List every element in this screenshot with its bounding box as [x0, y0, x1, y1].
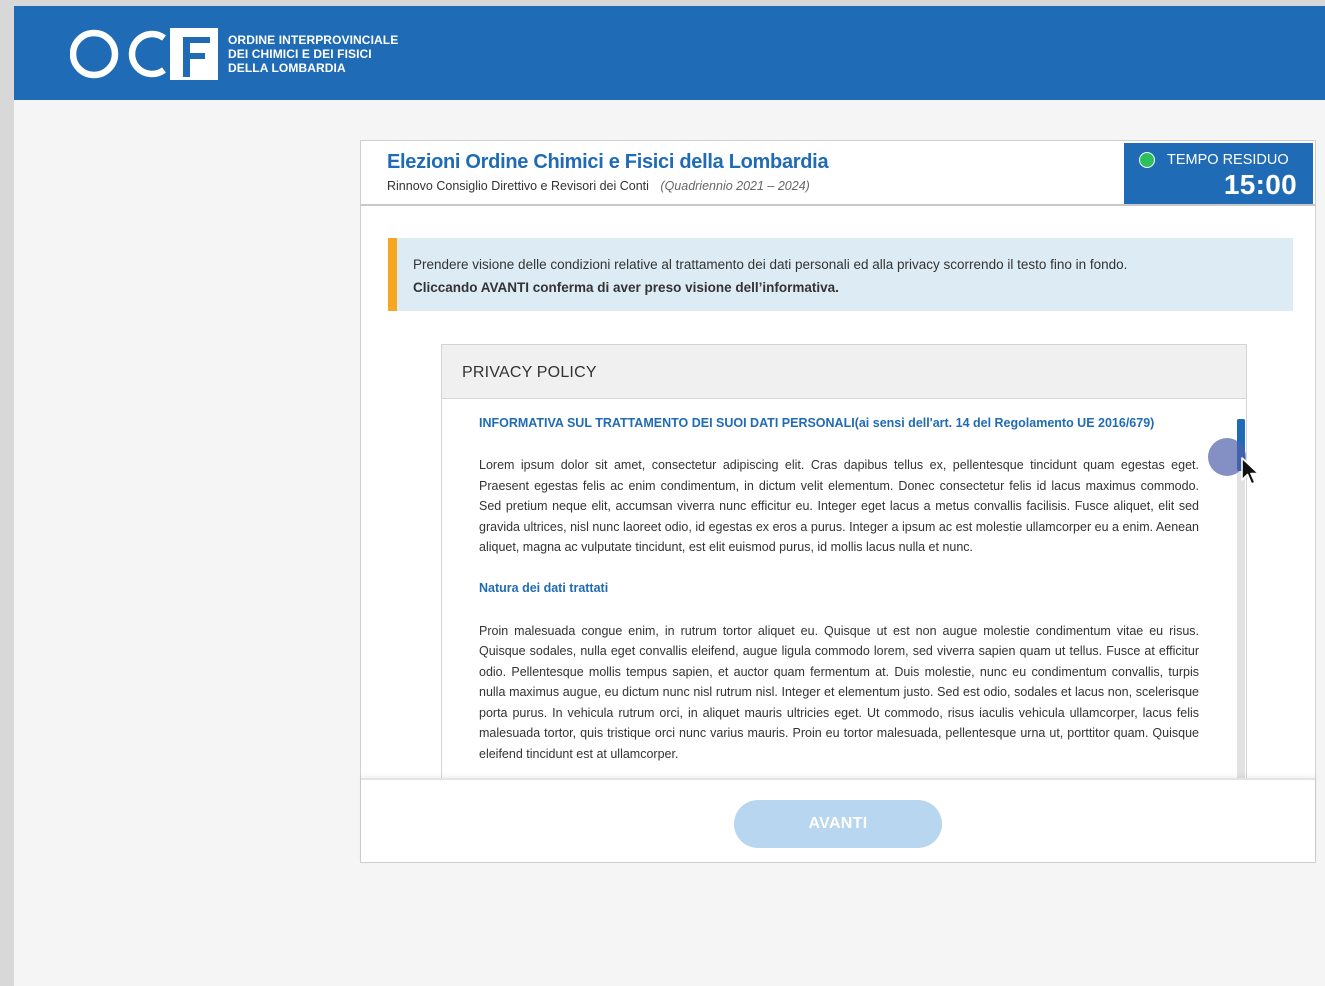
privacy-policy-title: PRIVACY POLICY — [462, 364, 597, 381]
section-paragraph: Proin malesuada congue enim, in rutrum t… — [479, 623, 1199, 761]
notice-confirmation: Cliccando AVANTI conferma di aver preso … — [413, 280, 839, 295]
privacy-policy-text: INFORMATIVA SUL TRATTAMENTO DEI SUOI DAT… — [479, 415, 1199, 764]
section-heading: INFORMATIVA SUL TRATTAMENTO DEI SUOI DAT… — [479, 416, 1155, 430]
section-paragraph: Lorem ipsum dolor sit amet, consectetur … — [479, 458, 1199, 554]
notice-instruction: Prendere visione delle condizioni relati… — [413, 257, 1128, 272]
remaining-time-panel: TEMPO RESIDUO 15:00 — [1124, 143, 1313, 204]
status-dot-icon — [1139, 152, 1155, 168]
election-header: Elezioni Ordine Chimici e Fisici della L… — [360, 140, 1316, 206]
page-viewport: ORDINE INTERPROVINCIALE DEI CHIMICI E DE… — [14, 6, 1325, 986]
section-heading: Natura dei dati trattati — [479, 580, 609, 595]
top-bar: ORDINE INTERPROVINCIALE DEI CHIMICI E DE… — [14, 6, 1325, 100]
brand-line-2: DEI CHIMICI E DEI FISICI — [228, 47, 372, 61]
privacy-policy-header: PRIVACY POLICY — [442, 345, 1246, 399]
brand-line-3: DELLA LOMBARDIA — [228, 61, 346, 75]
privacy-policy-panel[interactable]: PRIVACY POLICY INFORMATIVA SUL TRATTAMEN… — [441, 344, 1247, 784]
election-subtitle: Rinnovo Consiglio Direttivo e Revisori d… — [387, 179, 810, 193]
mouse-pointer-icon — [1241, 457, 1260, 485]
ocf-logo-icon — [70, 28, 218, 80]
privacy-card: Prendere visione delle condizioni relati… — [360, 206, 1316, 863]
brand-name: ORDINE INTERPROVINCIALE DEI CHIMICI E DE… — [228, 33, 398, 75]
next-button[interactable]: AVANTI — [734, 800, 942, 848]
action-bar: AVANTI — [361, 778, 1315, 862]
privacy-notice: Prendere visione delle condizioni relati… — [388, 238, 1293, 311]
brand-line-1: ORDINE INTERPROVINCIALE — [228, 33, 399, 47]
election-period: (Quadriennio 2021 – 2024) — [660, 179, 810, 193]
election-title: Elezioni Ordine Chimici e Fisici della L… — [387, 151, 829, 173]
timer-label: TEMPO RESIDUO — [1167, 152, 1289, 168]
election-subtitle-text: Rinnovo Consiglio Direttivo e Revisori d… — [387, 179, 649, 193]
timer-value: 15:00 — [1223, 169, 1297, 200]
